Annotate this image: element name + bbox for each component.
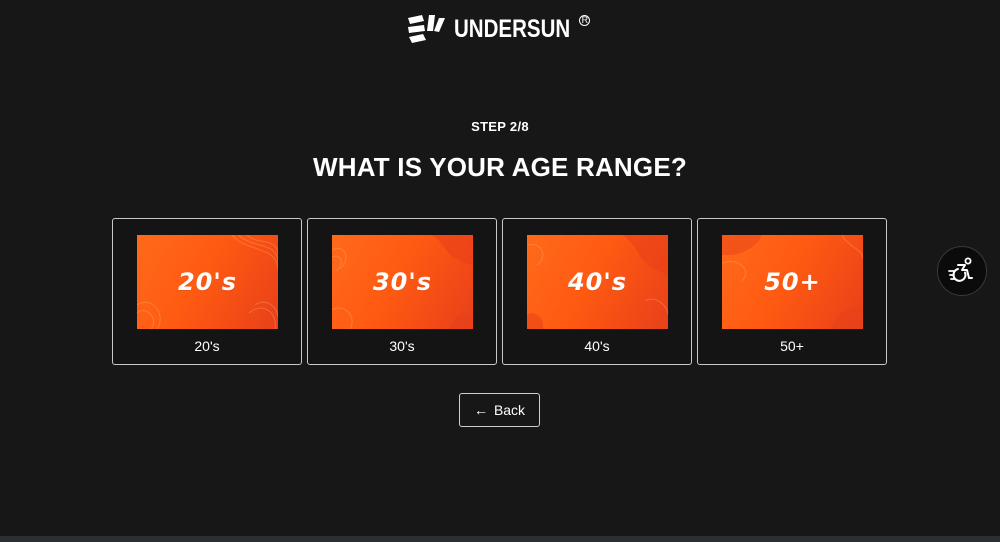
age-range-options: 20's 20's 30's 30's 40's 40's 50+ 50+ — [112, 218, 888, 365]
brand-logo[interactable]: UNDERSUN R — [407, 14, 593, 44]
option-card-20s[interactable]: 20's 20's — [112, 218, 302, 365]
step-indicator: STEP 2/8 — [471, 119, 529, 134]
bottom-edge — [0, 536, 1000, 542]
back-button-label: Back — [493, 402, 526, 418]
option-image-30s: 30's — [332, 235, 473, 329]
option-card-50plus[interactable]: 50+ 50+ — [697, 218, 887, 365]
back-button[interactable]: ← Back — [459, 393, 540, 427]
option-card-30s[interactable]: 30's 30's — [307, 218, 497, 365]
header: UNDERSUN R — [0, 12, 1000, 46]
option-label: 50+ — [780, 338, 804, 354]
option-image-text: 20's — [177, 268, 238, 296]
sun-rays-logo-icon — [407, 15, 445, 43]
quiz-page: UNDERSUN R STEP 2/8 WHAT IS YOUR AGE RAN… — [0, 0, 1000, 542]
arrow-left-icon: ← — [473, 402, 488, 418]
option-image-text: 50+ — [764, 268, 821, 296]
registered-mark: R — [579, 14, 591, 26]
option-image-20s: 20's — [137, 235, 278, 329]
option-label: 40's — [584, 338, 610, 354]
accessibility-button[interactable] — [937, 246, 987, 296]
option-label: 30's — [389, 338, 415, 354]
brand-name: UNDERSUN — [453, 14, 570, 43]
accessibility-wheelchair-icon — [948, 257, 973, 282]
option-card-40s[interactable]: 40's 40's — [502, 218, 692, 365]
option-image-50plus: 50+ — [722, 235, 863, 329]
option-image-text: 30's — [372, 268, 433, 296]
option-label: 20's — [194, 338, 220, 354]
option-image-text: 40's — [567, 268, 628, 296]
question-title: WHAT IS YOUR AGE RANGE? — [313, 152, 687, 182]
option-image-40s: 40's — [527, 235, 668, 329]
